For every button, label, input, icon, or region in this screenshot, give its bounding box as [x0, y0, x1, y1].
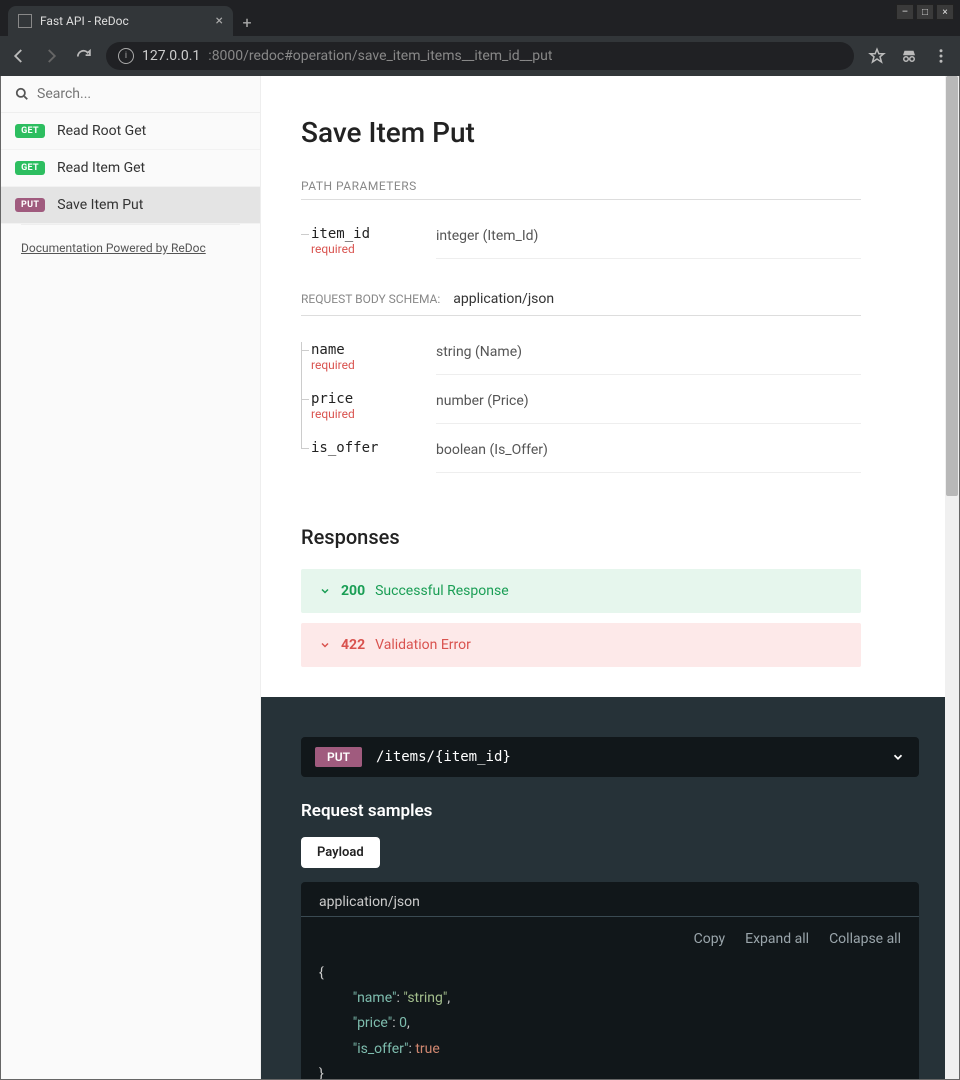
redoc-credit-link[interactable]: Documentation Powered by ReDoc [1, 225, 260, 255]
tab-title: Fast API - ReDoc [40, 14, 208, 28]
forward-button [42, 47, 60, 65]
method-badge: PUT [315, 747, 362, 767]
param-row: price required number (Price) [301, 383, 861, 432]
search-row [1, 76, 260, 113]
url-path: :8000/redoc#operation/save_item_items__i… [208, 48, 552, 64]
chevron-down-icon [891, 750, 905, 764]
param-type: string (Name) [436, 342, 861, 375]
response-code: 200 [341, 583, 365, 599]
request-samples-heading: Request samples [301, 801, 919, 821]
expand-all-button[interactable]: Expand all [745, 931, 809, 947]
json-sample: { "name": "string", "price": 0, "is_offe… [301, 961, 919, 1079]
sidebar-item-label: Save Item Put [57, 197, 143, 213]
responses-heading: Responses [301, 525, 861, 549]
browser-toolbar: i 127.0.0.1 :8000/redoc#operation/save_it… [0, 36, 960, 76]
method-badge: GET [15, 124, 45, 138]
search-icon [15, 87, 29, 101]
copy-button[interactable]: Copy [694, 931, 726, 947]
response-200[interactable]: 200 Successful Response [301, 569, 861, 613]
param-row: name required string (Name) [301, 334, 861, 383]
param-name: item_id [311, 226, 436, 242]
search-input[interactable] [37, 86, 246, 102]
required-label: required [311, 242, 436, 256]
method-badge: PUT [15, 198, 45, 212]
response-code: 422 [341, 637, 365, 653]
sidebar-item-read-item[interactable]: GET Read Item Get [1, 150, 260, 187]
param-name: name [311, 342, 436, 358]
param-row: is_offer boolean (Is_Offer) [301, 432, 861, 481]
method-badge: GET [15, 161, 45, 175]
endpoint-bar[interactable]: PUT /items/{item_id} [301, 737, 919, 777]
required-label: required [311, 407, 436, 421]
window-close-button[interactable]: × [936, 4, 954, 20]
bookmark-star-icon[interactable] [868, 47, 886, 65]
address-bar[interactable]: i 127.0.0.1 :8000/redoc#operation/save_it… [106, 42, 854, 70]
sidebar-item-save-item[interactable]: PUT Save Item Put [1, 187, 260, 224]
url-host: 127.0.0.1 [142, 48, 200, 64]
sidebar: GET Read Root Get GET Read Item Get PUT … [1, 76, 261, 1079]
param-name: price [311, 391, 436, 407]
response-text: Successful Response [375, 583, 509, 599]
endpoint-path: /items/{item_id} [376, 749, 877, 765]
site-info-icon[interactable]: i [118, 48, 134, 64]
required-label: required [311, 358, 436, 372]
back-button[interactable] [10, 47, 28, 65]
incognito-icon[interactable] [900, 47, 918, 65]
main-content: Save Item Put PATH PARAMETERS item_id re… [261, 76, 959, 1079]
param-row: item_id required integer (Item_Id) [301, 218, 861, 267]
reload-button[interactable] [74, 47, 92, 65]
new-tab-button[interactable]: + [233, 8, 261, 36]
window-minimize-button[interactable]: – [896, 4, 914, 20]
body-schema-heading: REQUEST BODY SCHEMA: application/json [301, 291, 861, 316]
response-422[interactable]: 422 Validation Error [301, 623, 861, 667]
tab-close-icon[interactable]: × [216, 13, 223, 29]
browser-menu-button[interactable] [932, 47, 950, 65]
sidebar-item-label: Read Item Get [57, 160, 145, 176]
param-type: integer (Item_Id) [436, 226, 861, 259]
code-block: application/json Copy Expand all Collaps… [301, 882, 919, 1079]
param-type: number (Price) [436, 391, 861, 424]
param-type: boolean (Is_Offer) [436, 440, 861, 473]
page-favicon-icon [18, 14, 32, 28]
chevron-down-icon [319, 639, 331, 651]
scrollbar-thumb[interactable] [946, 76, 958, 496]
response-text: Validation Error [375, 637, 471, 653]
tab-strip: Fast API - ReDoc × + [0, 0, 960, 36]
path-params-heading: PATH PARAMETERS [301, 179, 861, 200]
browser-tab[interactable]: Fast API - ReDoc × [8, 6, 233, 36]
param-name: is_offer [311, 440, 436, 456]
code-mime: application/json [301, 882, 919, 917]
window-maximize-button[interactable]: □ [916, 4, 934, 20]
chevron-down-icon [319, 585, 331, 597]
payload-tab[interactable]: Payload [301, 837, 380, 868]
samples-panel: PUT /items/{item_id} Request samples Pay… [261, 697, 959, 1079]
sidebar-item-read-root[interactable]: GET Read Root Get [1, 113, 260, 150]
scrollbar-track [945, 76, 959, 1079]
page-title: Save Item Put [301, 116, 861, 149]
sidebar-item-label: Read Root Get [57, 123, 146, 139]
body-mime: application/json [453, 291, 554, 307]
collapse-all-button[interactable]: Collapse all [829, 931, 901, 947]
